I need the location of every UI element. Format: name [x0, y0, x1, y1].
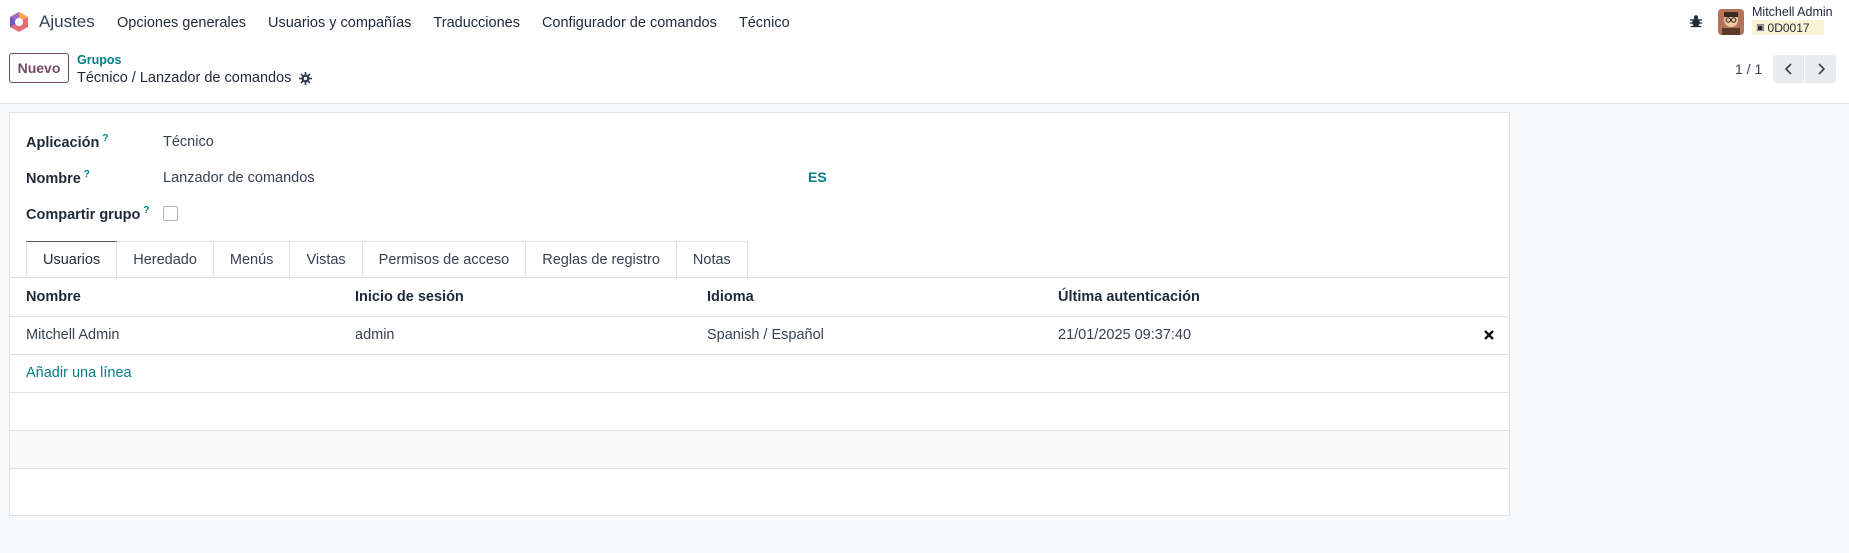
application-label: Aplicación? [26, 133, 109, 151]
database-icon: ▣ [1756, 22, 1765, 32]
name-label: Nombre? [26, 169, 90, 187]
chevron-left-icon [1784, 63, 1792, 75]
gear-icon[interactable] [299, 71, 313, 85]
cell-ultima-autenticacion[interactable]: 21/01/2025 09:37:40 [1058, 327, 1191, 343]
cell-nombre[interactable]: Mitchell Admin [26, 327, 119, 343]
bug-icon[interactable] [1688, 13, 1704, 29]
user-avatar[interactable] [1718, 9, 1744, 35]
cell-idioma[interactable]: Spanish / Español [707, 327, 824, 343]
table-row[interactable]: Mitchell Admin admin Spanish / Español 2… [10, 317, 1509, 355]
users-table-header: Nombre Inicio de sesión Idioma Última au… [10, 278, 1509, 317]
user-name[interactable]: Mitchell Admin [1752, 5, 1833, 19]
empty-row [10, 393, 1509, 431]
app-name[interactable]: Ajustes [39, 12, 95, 32]
application-value[interactable]: Técnico [163, 134, 214, 150]
pager-value[interactable]: 1 / 1 [1735, 61, 1762, 77]
help-tooltip-icon[interactable]: ? [84, 169, 90, 180]
tab-reglas-registro[interactable]: Reglas de registro [526, 241, 677, 278]
breadcrumb-parent[interactable]: Grupos [77, 53, 121, 67]
breadcrumb-current: Técnico / Lanzador de comandos [77, 70, 313, 86]
tab-menus[interactable]: Menús [213, 241, 291, 278]
menu-item-usuarios-companias[interactable]: Usuarios y compañías [268, 15, 411, 31]
avatar-portrait-icon [1718, 9, 1744, 35]
tab-heredado[interactable]: Heredado [117, 241, 214, 278]
share-group-checkbox[interactable] [163, 206, 178, 221]
column-header-ultima-autenticacion[interactable]: Última autenticación [1058, 289, 1200, 305]
record-title: Técnico / Lanzador de comandos [77, 70, 292, 86]
menu-item-opciones-generales[interactable]: Opciones generales [117, 15, 246, 31]
menu-item-traducciones[interactable]: Traducciones [433, 15, 520, 31]
column-header-inicio-sesion[interactable]: Inicio de sesión [355, 289, 464, 305]
name-field[interactable]: Lanzador de comandos [163, 170, 315, 186]
tab-usuarios[interactable]: Usuarios [26, 241, 118, 278]
database-name: 0D0017 [1767, 20, 1810, 35]
tab-notas[interactable]: Notas [676, 241, 748, 278]
database-badge: ▣ 0D0017 [1752, 20, 1824, 35]
tab-permisos-acceso[interactable]: Permisos de acceso [362, 241, 527, 278]
add-line-link[interactable]: Añadir una línea [26, 365, 132, 381]
notebook-tabs: Usuarios Heredado Menús Vistas Permisos … [26, 241, 748, 278]
column-header-idioma[interactable]: Idioma [707, 289, 754, 305]
share-group-label: Compartir grupo? [26, 205, 150, 223]
pager-previous-button[interactable] [1773, 55, 1804, 83]
tab-vistas[interactable]: Vistas [290, 241, 363, 278]
help-tooltip-icon[interactable]: ? [143, 205, 149, 216]
menu-item-configurador-comandos[interactable]: Configurador de comandos [542, 15, 717, 31]
empty-row [10, 469, 1509, 515]
help-tooltip-icon[interactable]: ? [102, 133, 108, 144]
cell-inicio-sesion[interactable]: admin [355, 327, 395, 343]
odoo-logo-icon[interactable] [9, 12, 29, 32]
translate-language-button[interactable]: ES [808, 169, 827, 185]
form-sheet: Aplicación? Técnico Nombre? Lanzador de … [9, 112, 1510, 516]
main-menu: Opciones generales Usuarios y compañías … [117, 0, 812, 45]
menu-item-tecnico[interactable]: Técnico [739, 15, 790, 31]
add-line-row: Añadir una línea [10, 355, 1509, 393]
delete-row-icon[interactable] [1483, 329, 1495, 341]
control-panel: Nuevo Grupos Técnico / Lanzador de coman… [0, 45, 1849, 104]
chevron-right-icon [1817, 63, 1825, 75]
new-button[interactable]: Nuevo [9, 53, 69, 83]
empty-row [10, 431, 1509, 469]
top-navbar: Ajustes Opciones generales Usuarios y co… [0, 0, 1849, 45]
column-header-nombre[interactable]: Nombre [26, 289, 81, 305]
pager-next-button[interactable] [1805, 55, 1836, 83]
